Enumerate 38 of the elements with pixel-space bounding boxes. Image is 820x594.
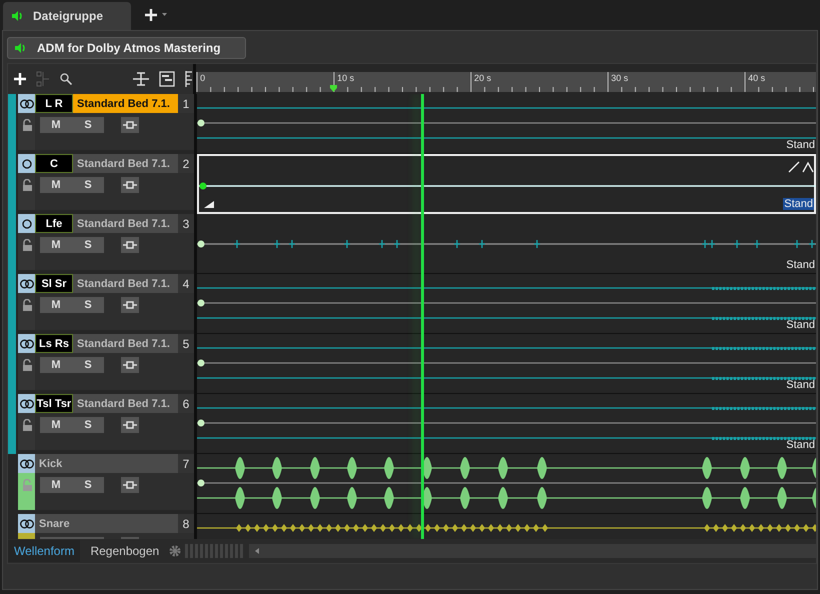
channel-label: Lfe: [35, 214, 73, 233]
clip-name: Stand: [785, 259, 816, 271]
ruler-label: 10 s: [337, 73, 354, 83]
clip-name: Stand: [785, 379, 816, 391]
track-name[interactable]: Standard Bed 7.1.: [73, 274, 178, 293]
view-tab[interactable]: Wellenform: [8, 540, 80, 562]
ruler-label: 40 s: [748, 73, 766, 83]
track-number: 8: [178, 514, 194, 533]
track-name[interactable]: Snare: [35, 514, 178, 533]
channel-label: Tsl Tsr: [35, 394, 73, 413]
track-name[interactable]: Standard Bed 7.1.: [73, 394, 178, 413]
track-number: 5: [178, 334, 194, 353]
track-name[interactable]: Standard Bed 7.1.: [73, 334, 178, 353]
clip-name: Stand: [785, 139, 816, 151]
track-number: 3: [178, 214, 194, 233]
ruler-label: 0: [200, 73, 206, 83]
channel-label: C: [35, 154, 73, 173]
track-number: 6: [178, 394, 194, 413]
track-name[interactable]: Standard Bed 7.1.: [73, 154, 178, 173]
track-name[interactable]: Kick: [35, 454, 178, 473]
track-number: 4: [178, 274, 194, 293]
clip-name: Stand: [785, 439, 816, 451]
track-number: 1: [178, 94, 194, 113]
group-button[interactable]: ADM for Dolby Atmos Mastering: [7, 37, 246, 59]
track-name[interactable]: Standard Bed 7.1.: [73, 214, 178, 233]
ruler-label: 30 s: [611, 73, 628, 83]
ruler-label: 20 s: [474, 73, 492, 83]
selected-clip-frame[interactable]: Stand: [197, 154, 816, 214]
file-group-tab[interactable]: Dateigruppe: [3, 2, 131, 30]
track-number: 7: [178, 454, 194, 473]
time-ruler[interactable]: 0 10 s 20 s 30 s 40 s: [196, 72, 816, 92]
channel-label: Ls Rs: [35, 334, 73, 353]
clip-name: Stand: [785, 319, 816, 331]
track-number: 2: [178, 154, 194, 173]
channel-label: Sl Sr: [35, 274, 73, 293]
channel-label: L R: [35, 94, 73, 113]
clip-name: Stand: [783, 198, 814, 210]
track-name[interactable]: Standard Bed 7.1.: [73, 94, 178, 113]
